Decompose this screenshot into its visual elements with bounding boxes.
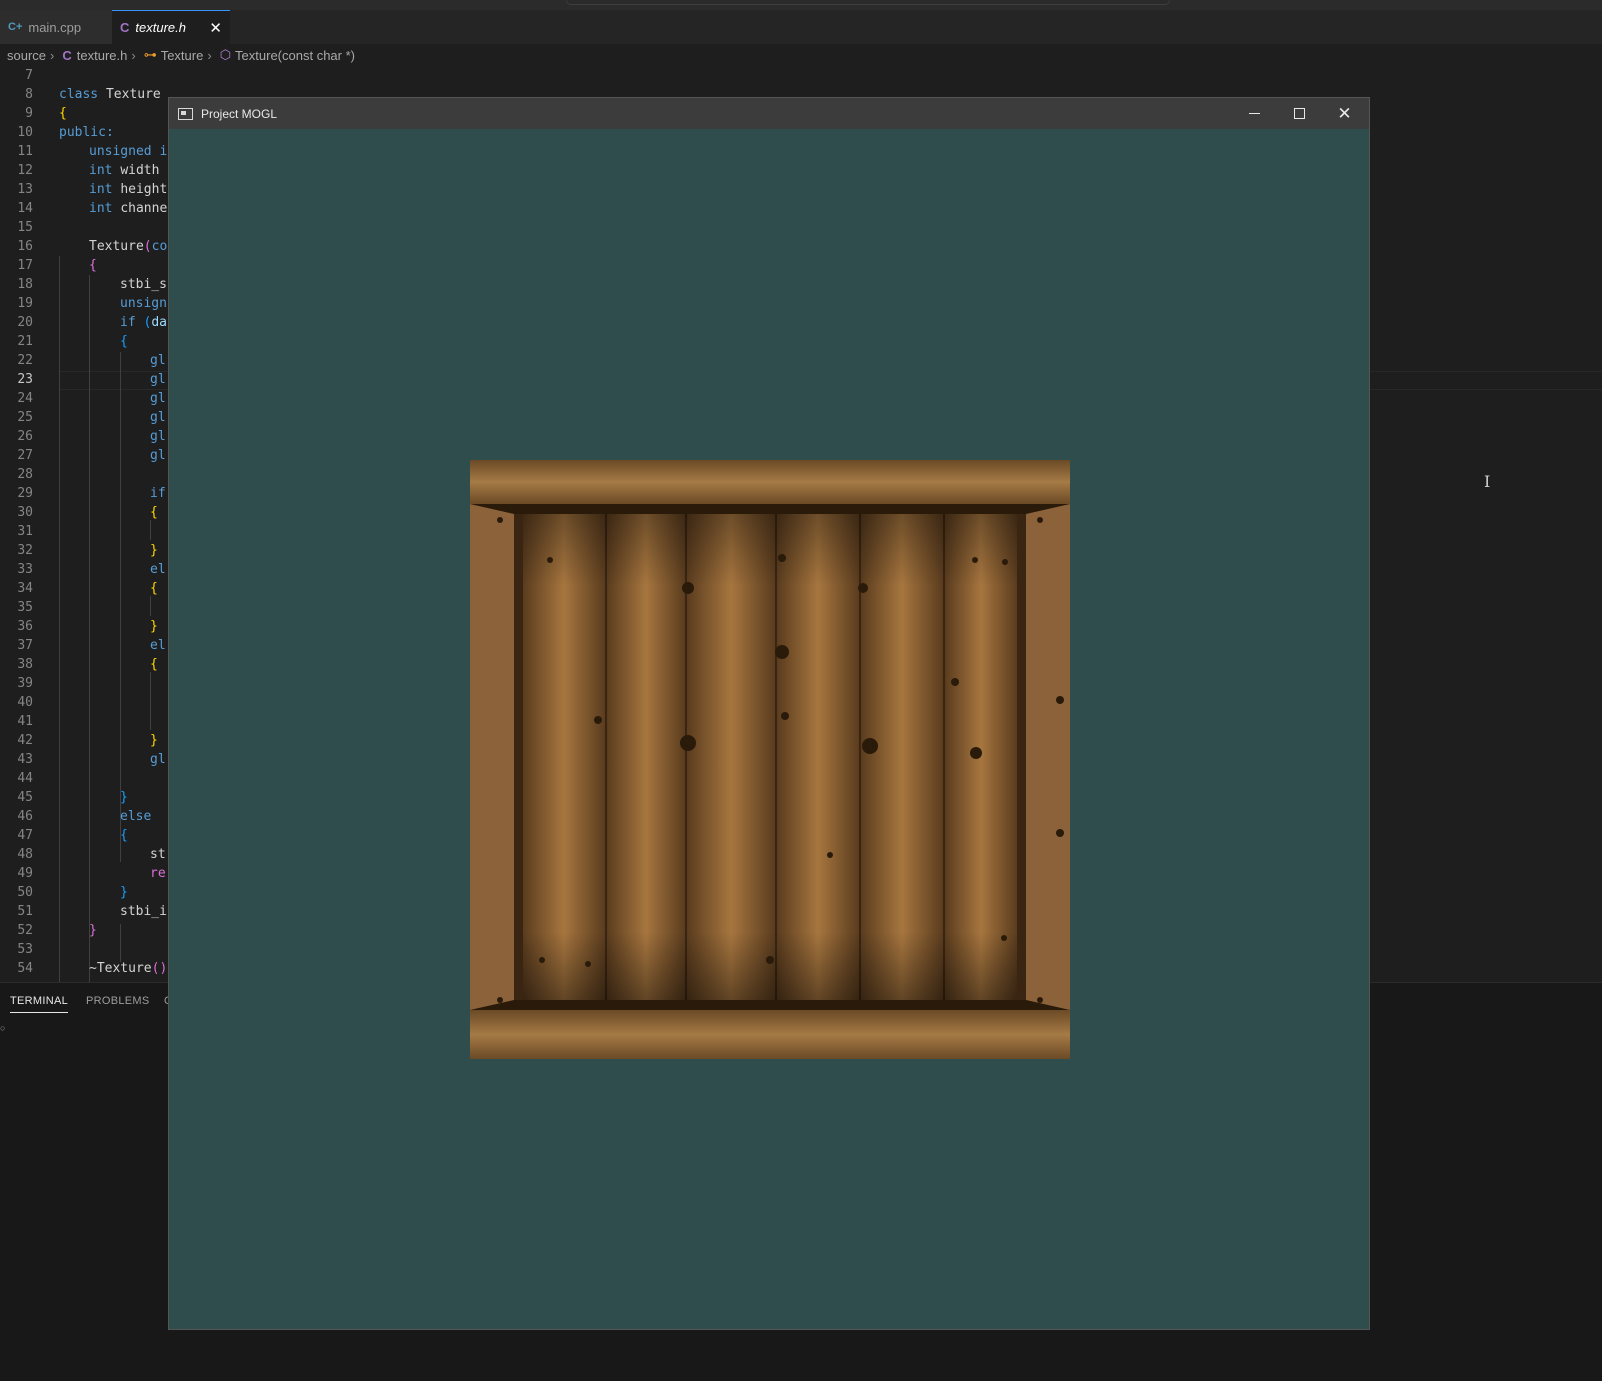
window-title-bar[interactable]: Project MOGL ✕ <box>169 98 1369 129</box>
bracket: { <box>59 106 67 121</box>
window-app-icon <box>178 107 193 120</box>
bracket: () <box>151 961 168 976</box>
cpp-file-icon: C+ <box>8 21 23 33</box>
close-icon: ✕ <box>1337 104 1352 123</box>
maximize-icon <box>1294 108 1305 119</box>
line-number: 39 <box>17 676 33 691</box>
bracket: { <box>120 334 128 349</box>
identifier: channe <box>120 201 168 216</box>
tab-texture-h[interactable]: C texture.h ✕ <box>112 10 230 44</box>
identifier: stbi_s <box>120 277 167 292</box>
bracket: { <box>150 581 158 596</box>
keyword: class <box>59 87 99 102</box>
chevron-right-icon: › <box>131 47 136 63</box>
identifier: gl <box>150 353 166 368</box>
keyword: el <box>150 562 166 577</box>
keyword: int <box>89 182 113 197</box>
keyword: re <box>150 866 166 881</box>
class-symbol-icon: ⊶ <box>143 47 157 62</box>
identifier: gl <box>150 410 166 425</box>
identifier: stbi_i <box>120 904 167 919</box>
identifier: height <box>120 182 168 197</box>
keyword: if <box>150 486 166 501</box>
identifier: ~Texture <box>89 961 152 976</box>
line-number: 15 <box>17 220 33 235</box>
opengl-viewport[interactable] <box>169 129 1369 1329</box>
identifier: gl <box>150 752 166 767</box>
close-tab-icon[interactable]: ✕ <box>209 19 222 37</box>
window-title: Project MOGL <box>201 106 278 121</box>
line-number: 40 <box>17 695 33 710</box>
wooden-crate-texture <box>470 460 1070 1059</box>
keyword: el <box>150 638 166 653</box>
bracket: } <box>150 543 158 558</box>
maximize-button[interactable] <box>1277 98 1322 129</box>
c-header-file-icon: C <box>62 47 72 63</box>
tab-terminal[interactable]: TERMINAL <box>10 995 69 1013</box>
bracket: } <box>150 733 158 748</box>
tab-label: main.cpp <box>28 19 82 35</box>
chevron-right-icon: › <box>50 47 55 63</box>
bracket: } <box>150 619 158 634</box>
editor-tab-bar: C+ main.cpp C texture.h ✕ <box>0 10 1602 45</box>
keyword: i <box>159 144 168 159</box>
method-symbol-icon: ⬡ <box>219 47 232 62</box>
breadcrumb-class[interactable]: Texture <box>161 48 204 63</box>
keyword: int <box>89 201 113 216</box>
keyword: unsign <box>120 296 167 311</box>
breadcrumb-folder[interactable]: source <box>7 48 46 63</box>
identifier: width <box>120 163 160 178</box>
line-number: 31 <box>17 524 33 539</box>
identifier: gl <box>150 448 166 463</box>
line-number: 53 <box>17 942 33 957</box>
breadcrumb-method[interactable]: Texture(const char *) <box>235 48 355 63</box>
identifier: da <box>151 315 167 330</box>
identifier: Texture <box>89 239 144 254</box>
bracket: { <box>150 657 158 672</box>
bracket: ( <box>143 239 152 254</box>
bracket: } <box>120 885 128 900</box>
identifier: gl <box>150 391 166 406</box>
line-number-row: 7 <box>0 66 1602 85</box>
line-number: 7 <box>25 68 33 83</box>
bracket: } <box>120 790 128 805</box>
keyword: int <box>89 163 113 178</box>
minimize-button[interactable] <box>1232 98 1277 129</box>
identifier: gl <box>150 429 166 444</box>
line-number: 44 <box>17 771 33 786</box>
tab-problems[interactable]: PROBLEMS <box>86 995 150 1007</box>
keyword: unsigned <box>89 144 152 159</box>
identifier: gl <box>150 372 166 387</box>
close-button[interactable]: ✕ <box>1322 98 1367 129</box>
bracket: { <box>120 828 128 843</box>
app-window[interactable]: Project MOGL ✕ <box>168 97 1370 1330</box>
identifier: Texture <box>105 87 161 102</box>
line-number: 35 <box>17 600 33 615</box>
bracket: } <box>89 923 97 938</box>
minimize-icon <box>1249 113 1260 114</box>
keyword: else <box>120 809 152 824</box>
tab-label: texture.h <box>135 20 186 35</box>
c-header-file-icon: C <box>120 20 130 35</box>
command-center-search[interactable] <box>566 0 1170 5</box>
line-number: 28 <box>17 467 33 482</box>
tab-main-cpp[interactable]: C+ main.cpp <box>0 10 112 44</box>
line-number: 41 <box>17 714 33 729</box>
keyword: public: <box>59 125 114 140</box>
identifier: st <box>150 847 166 862</box>
bracket: { <box>150 505 158 520</box>
chevron-right-icon: › <box>207 47 212 63</box>
keyword: if <box>120 315 136 330</box>
keyword: co <box>151 239 168 254</box>
title-bar-strip <box>0 0 1602 10</box>
text-cursor-icon: I <box>1484 472 1491 491</box>
breadcrumb: source › C texture.h › ⊶ Texture › ⬡ Tex… <box>0 44 1602 66</box>
breadcrumb-file[interactable]: texture.h <box>77 48 128 63</box>
bracket: { <box>89 258 97 273</box>
terminal-prompt-icon: ○ <box>0 1023 6 1033</box>
